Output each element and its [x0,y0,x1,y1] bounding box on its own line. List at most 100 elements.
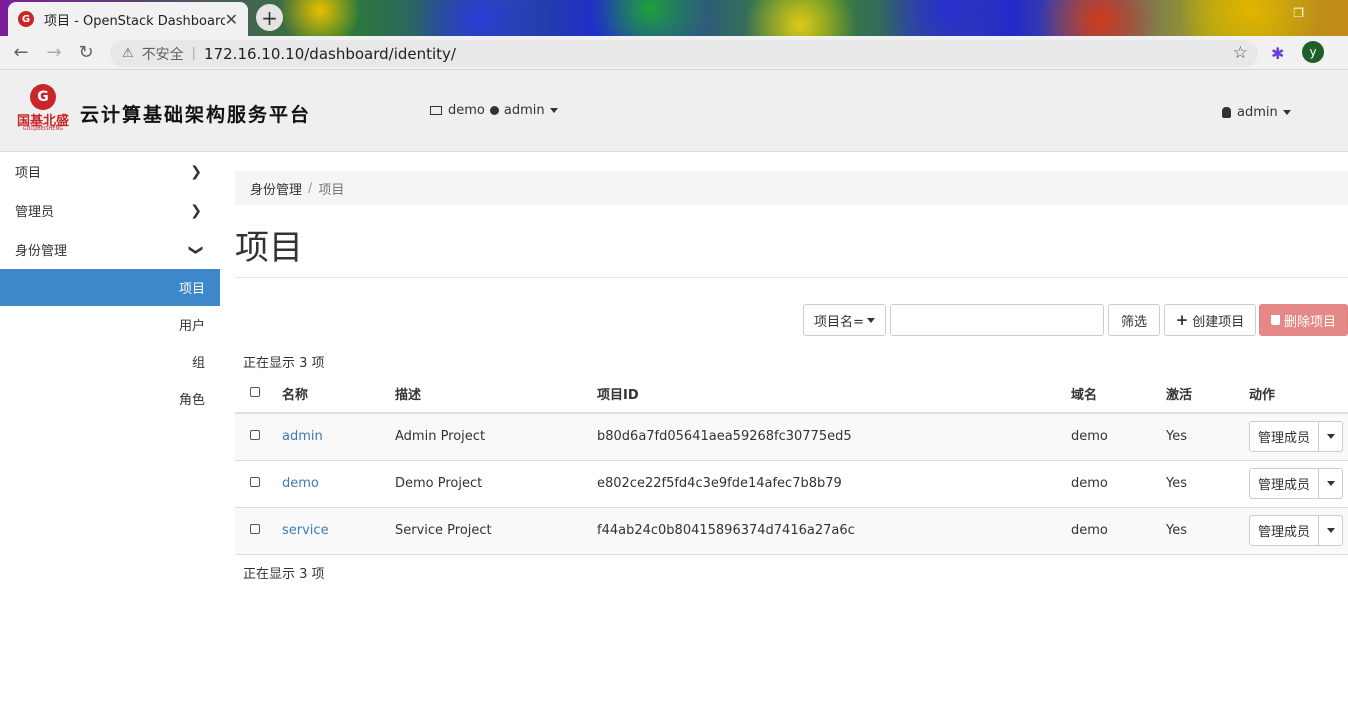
project-description: Demo Project [395,460,597,508]
delete-project-label: 删除项目 [1283,314,1336,330]
url-separator: | [191,46,197,61]
row-checkbox[interactable] [250,524,260,534]
caret-down-icon [1282,110,1291,115]
dashboard-header: G 国基北盛 GUOJIBEISHENG 云计算基础架构服务平台 demo ad… [0,70,1348,152]
project-context-dropdown[interactable]: demo admin [430,103,558,118]
project-description: Service Project [395,507,597,555]
column-header-description[interactable]: 描述 [395,375,597,414]
forward-icon[interactable]: → [43,42,65,63]
sidebar-item-label: 项目 [15,166,42,181]
caret-down-icon [1326,528,1335,533]
sidebar-subitem-label: 项目 [178,282,205,297]
projects-table: 名称 描述 项目ID 域名 激活 动作 admin Admin Project … [235,375,1348,555]
trash-icon [1270,315,1280,325]
caret-down-icon [1326,481,1335,486]
manage-members-button[interactable]: 管理成员 [1249,515,1319,546]
sidebar-subitem-users[interactable]: 用户 [0,306,220,343]
project-name-link[interactable]: demo [282,476,319,491]
star-icon[interactable]: ☆ [1233,43,1248,63]
user-menu-dropdown[interactable]: admin [1222,105,1291,120]
manage-members-button[interactable]: 管理成员 [1249,421,1319,453]
sidebar-subitem-roles[interactable]: 角色 [0,380,220,417]
filter-field-label: 项目名= [814,314,864,330]
new-tab-button[interactable]: + [256,4,283,31]
project-name-link[interactable]: service [282,523,329,538]
project-id: e802ce22f5fd4c3e9fde14afec7b8b79 [597,460,1071,508]
sidebar-item-label: 管理员 [15,205,55,220]
project-description: Admin Project [395,413,597,461]
row-actions-dropdown[interactable] [1319,515,1343,546]
title-divider [235,277,1348,278]
context-separator-dot [489,106,499,115]
row-actions-dropdown[interactable] [1319,421,1343,453]
back-icon[interactable]: ← [10,42,32,63]
create-project-button[interactable]: + 创建项目 [1164,304,1256,336]
browser-tab[interactable]: G 项目 - OpenStack Dashboard ✕ [8,2,248,36]
select-all-checkbox[interactable] [250,387,260,397]
project-name-link[interactable]: admin [282,429,323,444]
tab-title: 项目 - OpenStack Dashboard [44,13,225,29]
breadcrumb-parent[interactable]: 身份管理 [250,179,302,198]
extension-icon[interactable]: ✱ [1271,44,1289,63]
sidebar-subitem-label: 用户 [178,319,205,334]
caret-down-icon [1326,434,1335,440]
row-action-group: 管理成员 [1249,515,1348,546]
logo-subtext: GUOJIBEISHENG [22,126,64,132]
delete-project-button[interactable]: 删除项目 [1259,304,1348,336]
user-icon [1222,107,1231,118]
row-checkbox[interactable] [250,477,260,487]
browser-tabstrip: G 项目 - OpenStack Dashboard ✕ + ❐ [0,0,1348,36]
breadcrumb-separator: / [308,180,313,196]
table-row: service Service Project f44ab24c0b804158… [235,507,1348,555]
item-count-top: 正在显示 3 项 [243,356,325,371]
table-header-row: 名称 描述 项目ID 域名 激活 动作 [235,375,1348,414]
filter-button[interactable]: 筛选 [1108,304,1160,336]
logo-badge: G [30,84,56,110]
reload-icon[interactable]: ↻ [75,42,97,63]
row-checkbox[interactable] [250,430,260,441]
warning-icon: ⚠ [122,46,134,61]
project-context-label: demo [448,103,485,118]
url-bar[interactable]: ⚠ 不安全 | 172.16.10.10/dashboard/identity/… [110,40,1258,67]
profile-avatar[interactable]: y [1302,41,1324,63]
user-menu-label: admin [1237,105,1278,120]
sidebar-item-admin[interactable]: 管理员 ❯ [0,191,220,230]
sidebar-subitem-projects[interactable]: 项目 [0,269,220,306]
breadcrumb-current: 项目 [318,182,345,198]
close-icon[interactable]: ✕ [225,10,238,29]
project-domain: demo [1071,413,1166,461]
role-context-label: admin [503,103,545,118]
sidebar-item-project[interactable]: 项目 ❯ [0,152,220,191]
chevron-down-icon: ❯ [188,244,205,256]
sidebar-subitem-label: 组 [191,356,205,371]
breadcrumb: 身份管理 / 项目 [235,171,1348,205]
project-id: f44ab24c0b80415896374d7416a27a6c [597,507,1071,555]
chevron-right-icon: ❯ [190,164,202,180]
project-domain: demo [1071,507,1166,555]
caret-down-icon [549,108,558,113]
chevron-right-icon: ❯ [190,203,202,219]
sidebar-subitem-groups[interactable]: 组 [0,343,220,380]
brand-title: 云计算基础架构服务平台 [80,104,312,126]
caret-down-icon [866,317,875,323]
project-enabled: Yes [1166,507,1249,555]
sidebar: 项目 ❯ 管理员 ❯ 身份管理 ❯ 项目 用户 组 角色 [0,152,220,726]
column-header-enabled[interactable]: 激活 [1166,375,1249,414]
column-header-name[interactable]: 名称 [282,375,395,414]
item-count-bottom: 正在显示 3 项 [243,567,325,582]
column-header-project-id[interactable]: 项目ID [597,375,1071,414]
create-project-label: 创建项目 [1192,314,1245,330]
filter-input[interactable] [890,304,1104,336]
insecure-label: 不安全 [141,46,184,63]
filter-field-select[interactable]: 项目名= [803,304,886,336]
url-text: 172.16.10.10/dashboard/identity/ [204,44,456,63]
column-header-domain[interactable]: 域名 [1071,375,1166,414]
sidebar-item-identity[interactable]: 身份管理 ❯ [0,230,220,269]
manage-members-button[interactable]: 管理成员 [1249,468,1319,499]
plus-icon: + [1175,311,1189,329]
table-row: demo Demo Project e802ce22f5fd4c3e9fde14… [235,460,1348,508]
column-header-actions: 动作 [1249,375,1348,414]
restore-window-icon[interactable]: ❐ [1293,6,1304,20]
row-actions-dropdown[interactable] [1319,468,1343,499]
project-enabled: Yes [1166,460,1249,508]
